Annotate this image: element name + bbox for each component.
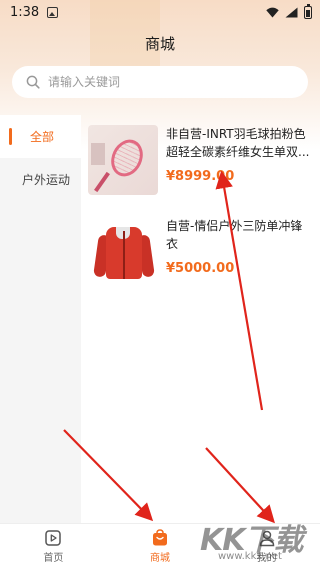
category-item-all[interactable]: 全部 [0,115,81,158]
status-time: 1:38 [10,4,40,20]
search-input[interactable] [48,75,278,89]
product-info: 非自营-INRT羽毛球拍粉色超轻全碳素纤维女生单双... ¥8999.00 [166,125,310,207]
wifi-icon [266,7,279,17]
watermark: KK下载 www.kkx.net [200,515,318,568]
search-bar[interactable] [12,66,308,98]
battery-icon [304,3,312,19]
product-list: 非自营-INRT羽毛球拍粉色超轻全碳素纤维女生单双... ¥8999.00 自营… [81,115,320,299]
annotation-arrow [205,447,275,524]
search-icon [26,75,40,89]
product-price: ¥5000.00 [166,261,235,276]
product-image-jacket[interactable] [88,217,158,287]
signal-icon [285,7,298,17]
jacket-zipper [123,231,125,279]
racket-handle [94,171,110,193]
racket-package [91,143,105,165]
title-bar: 商城 [0,28,320,58]
category-label: 全部 [30,130,55,144]
home-play-icon [45,529,62,546]
page-title: 商城 [144,34,175,53]
nav-item-mall[interactable]: 商城 [107,524,214,568]
shopping-bag-icon [153,528,167,545]
product-image-badminton-racket[interactable] [88,125,158,195]
product-card[interactable]: 自营-情侣户外三防单冲锋衣 ¥5000.00 [81,207,320,299]
category-item-outdoor-sports[interactable]: 户外运动 [0,158,81,201]
racket-head [105,134,149,182]
category-sidebar: 全部 户外运动 [0,115,81,525]
product-info: 自营-情侣户外三防单冲锋衣 ¥5000.00 [166,217,310,299]
product-price: ¥8999.00 [166,169,235,184]
status-bar: 1:38 [0,0,320,24]
category-label: 户外运动 [22,173,71,187]
status-icons [266,3,312,19]
notification-image-icon [47,6,59,18]
product-name[interactable]: 自营-情侣户外三防单冲锋衣 [166,217,310,253]
product-name[interactable]: 非自营-INRT羽毛球拍粉色超轻全碳素纤维女生单双... [166,125,310,161]
watermark-url: www.kkx.net [218,551,282,562]
nav-label-home: 首页 [43,552,64,564]
product-card[interactable]: 非自营-INRT羽毛球拍粉色超轻全碳素纤维女生单双... ¥8999.00 [81,115,320,207]
nav-label-mall: 商城 [150,552,170,564]
nav-item-home[interactable]: 首页 [0,524,107,568]
